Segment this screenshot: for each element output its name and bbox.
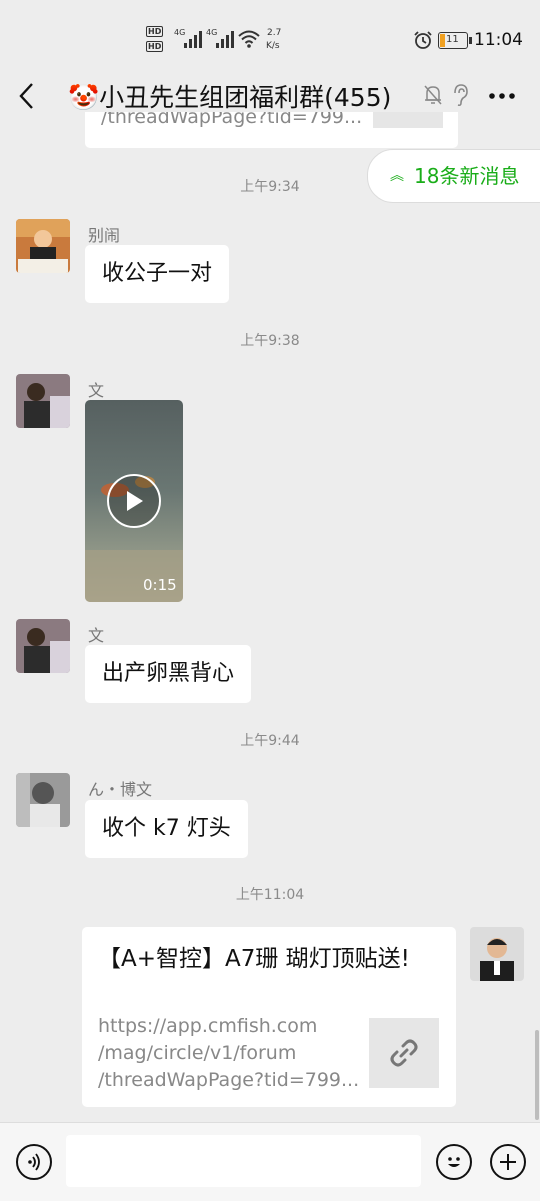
group-title: 🤡小丑先生组团福利群(455) bbox=[68, 83, 392, 112]
my-avatar[interactable] bbox=[470, 927, 524, 981]
timestamp: 上午9:44 bbox=[240, 733, 300, 749]
voice-icon bbox=[28, 1153, 40, 1171]
timestamp: 上午9:34 bbox=[240, 179, 300, 195]
wifi-icon bbox=[238, 30, 260, 48]
back-arrow-icon[interactable] bbox=[16, 82, 38, 110]
hd-label: HD bbox=[146, 41, 164, 52]
more-options-icon[interactable] bbox=[488, 92, 516, 100]
play-icon[interactable] bbox=[107, 474, 161, 528]
message-input[interactable] bbox=[66, 1135, 421, 1187]
sender-name: ん・博文 bbox=[88, 780, 153, 799]
link-title: 【A+智控】A7珊 瑚灯顶贴送! bbox=[98, 946, 410, 972]
video-duration: 0:15 bbox=[143, 576, 177, 594]
link-url-line: /threadWapPage?tid=799... bbox=[98, 1069, 360, 1091]
sender-name: 文 bbox=[88, 381, 105, 400]
alarm-icon bbox=[414, 31, 432, 49]
smiley-icon bbox=[448, 1157, 460, 1167]
previous-link-card[interactable]: /threadWapPage?tid=799... bbox=[85, 112, 458, 148]
hd-label: HD bbox=[146, 26, 164, 37]
scrollbar[interactable] bbox=[535, 1030, 539, 1120]
network-speed-unit: K/s bbox=[266, 41, 280, 51]
emoji-button[interactable] bbox=[436, 1144, 472, 1180]
link-url-line: /threadWapPage?tid=799... bbox=[101, 112, 363, 128]
battery-icon: 11 bbox=[438, 32, 472, 49]
link-url-line: /mag/circle/v1/forum bbox=[98, 1042, 297, 1064]
earpiece-mode-icon bbox=[454, 84, 468, 107]
link-icon bbox=[390, 1039, 418, 1067]
message-bubble[interactable]: 收个 k7 灯头 bbox=[85, 800, 248, 858]
sender-name: 别闹 bbox=[88, 226, 121, 245]
shared-link-card[interactable]: 【A+智控】A7珊 瑚灯顶贴送! https://app.cmfish.com … bbox=[82, 927, 456, 1107]
link-thumbnail bbox=[373, 112, 443, 128]
avatar[interactable] bbox=[16, 219, 70, 273]
clock: 11:04 bbox=[474, 30, 523, 50]
hd-icon: HD HD bbox=[146, 26, 164, 52]
link-url-line: https://app.cmfish.com bbox=[98, 1015, 318, 1037]
mute-notification-icon bbox=[424, 85, 442, 105]
avatar[interactable] bbox=[16, 619, 70, 673]
avatar[interactable] bbox=[16, 374, 70, 428]
video-message[interactable]: 0:15 bbox=[85, 400, 183, 602]
network-speed-value: 2.7 bbox=[267, 28, 282, 38]
link-thumbnail bbox=[369, 1018, 439, 1088]
plus-icon bbox=[500, 1154, 516, 1170]
message-bubble[interactable]: 出产卵黑背心 bbox=[85, 645, 252, 703]
avatar[interactable] bbox=[16, 773, 70, 827]
timestamp: 上午11:04 bbox=[235, 887, 305, 903]
sender-name: 文 bbox=[88, 626, 105, 645]
more-functions-button[interactable] bbox=[490, 1144, 526, 1180]
timestamp: 上午9:38 bbox=[240, 333, 300, 349]
battery-level: 11 bbox=[446, 34, 459, 45]
voice-input-button[interactable] bbox=[16, 1144, 52, 1180]
message-bubble[interactable]: 收公子一对 bbox=[85, 245, 230, 303]
